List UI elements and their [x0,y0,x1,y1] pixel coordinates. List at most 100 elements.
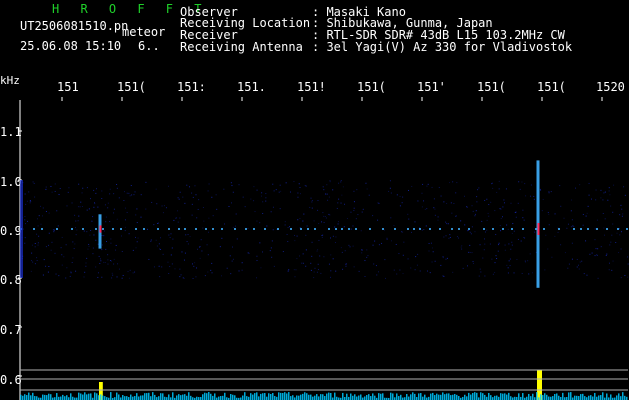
noise-pixel [396,194,398,196]
noise-pixel [204,275,206,277]
noise-pixel [604,191,606,193]
noise-pixel [169,266,171,268]
noise-pixel [132,249,134,251]
noise-pixel [109,188,111,190]
noise-pixel [519,188,521,190]
noise-pixel [109,221,111,223]
noise-pixel [410,267,412,269]
trace-bar [590,395,592,400]
noise-pixel [284,224,286,226]
noise-pixel [40,223,42,225]
noise-pixel [230,182,232,184]
noise-pixel [72,257,74,259]
noise-pixel [194,185,196,187]
trace-bar [144,393,146,400]
noise-pixel [305,185,307,187]
noise-pixel [424,208,426,210]
noise-pixel [99,258,101,260]
noise-pixel [539,188,541,190]
trace-bar [380,393,382,400]
noise-pixel [571,199,573,201]
noise-pixel [595,248,597,250]
trace-bar [494,395,496,400]
noise-pixel [390,240,392,242]
trace-bar [262,393,264,400]
noise-pixel [150,240,152,242]
trace-bar [84,392,86,400]
noise-pixel [324,216,326,218]
noise-pixel [287,241,289,243]
noise-pixel [88,208,90,210]
noise-pixel [407,213,409,215]
noise-pixel [95,266,97,268]
noise-pixel [576,259,578,261]
noise-pixel [484,275,486,277]
trace-bar [162,393,164,400]
trace-bar [64,396,66,400]
trace-bar [574,395,576,400]
noise-pixel [437,219,439,221]
trace-bar [218,396,220,400]
noise-pixel [530,184,532,186]
trace-bar [622,392,624,400]
noise-pixel [302,262,304,264]
trace-bar [250,393,252,400]
noise-pixel [310,197,312,199]
trace-bar [396,393,398,400]
noise-pixel [352,225,354,227]
noise-pixel [158,243,160,245]
noise-pixel [299,193,301,195]
noise-pixel [486,198,488,200]
noise-pixel [442,275,444,277]
trace-bar [30,395,32,400]
noise-pixel [478,187,480,189]
noise-pixel [596,219,598,221]
noise-pixel [571,219,573,221]
noise-pixel [256,255,258,257]
trace-bar [598,395,600,400]
noise-pixel [107,202,109,204]
trace-bar [610,394,612,400]
noise-pixel [36,260,38,262]
noise-pixel [80,201,82,203]
noise-pixel [534,231,536,233]
noise-pixel [378,202,380,204]
trace-bar [324,396,326,400]
noise-pixel [467,230,469,232]
trace-bar [110,392,112,400]
noise-pixel [95,239,97,241]
noise-pixel [329,181,331,183]
noise-pixel [241,269,243,271]
noise-pixel [299,255,301,257]
noise-pixel [310,269,312,271]
noise-pixel [402,196,404,198]
noise-pixel [334,226,336,228]
noise-pixel [259,222,261,224]
noise-pixel [402,254,404,256]
noise-pixel [602,213,604,215]
noise-pixel [353,210,355,212]
noise-pixel [509,258,511,260]
noise-pixel [211,262,213,264]
noise-pixel [53,231,55,233]
noise-pixel [399,269,401,271]
noise-pixel [94,202,96,204]
noise-pixel [126,211,128,213]
noise-pixel [140,194,142,196]
trace-bar [90,393,92,400]
noise-pixel [29,202,31,204]
noise-pixel [161,266,163,268]
carrier-dot [451,228,453,230]
noise-pixel [386,238,388,240]
noise-pixel [498,244,500,246]
noise-pixel [446,257,448,259]
noise-pixel [301,262,303,264]
trace-bar [154,394,156,400]
noise-pixel [317,263,319,265]
carrier-dot [300,228,302,230]
trace-bar [456,394,458,400]
noise-pixel [40,205,42,207]
noise-pixel [486,219,488,221]
noise-pixel [193,265,195,267]
noise-pixel [320,272,322,274]
